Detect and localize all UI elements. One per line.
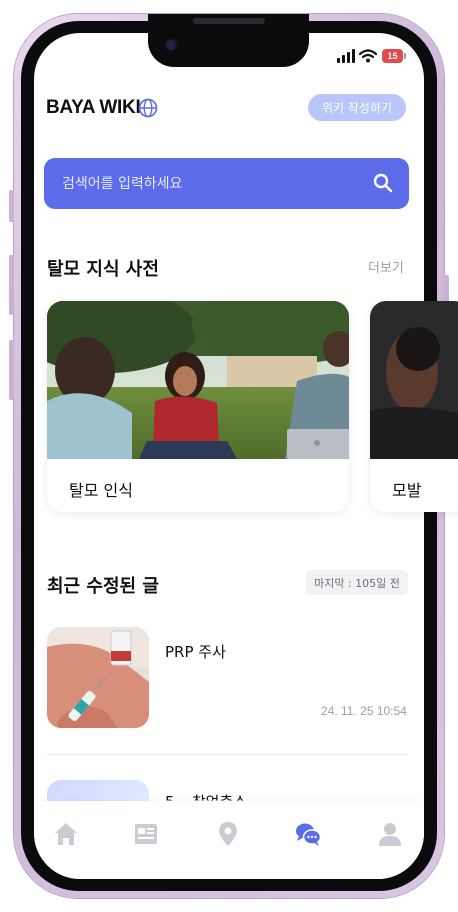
- post-date: 24. 11. 25 10:54: [321, 704, 407, 718]
- divider: [47, 754, 408, 755]
- globe-icon[interactable]: [138, 98, 158, 118]
- home-icon[interactable]: [52, 820, 80, 848]
- search-icon[interactable]: [373, 173, 393, 193]
- dictionary-section-title: 탈모 지식 사전: [47, 259, 159, 280]
- search-bar[interactable]: [44, 158, 409, 209]
- brand-title: BAYA WIKI: [46, 97, 141, 118]
- dictionary-card[interactable]: 모발: [370, 301, 458, 512]
- more-link[interactable]: 더보기: [368, 257, 404, 276]
- front-camera: [166, 40, 176, 50]
- search-input[interactable]: [62, 158, 362, 209]
- profile-icon[interactable]: [376, 820, 404, 848]
- board-icon[interactable]: [132, 820, 160, 848]
- speaker: [193, 18, 265, 24]
- chat-icon[interactable]: [294, 820, 322, 848]
- signal-icon: [337, 49, 355, 63]
- bottom-navigation: [34, 801, 424, 879]
- post-image: [47, 627, 149, 728]
- recent-section-title: 최근 수정된 글: [47, 576, 159, 597]
- post-title[interactable]: PRP 주사: [165, 641, 226, 662]
- location-icon[interactable]: [214, 820, 242, 848]
- battery-level: 15: [382, 49, 403, 63]
- wifi-icon: [359, 49, 377, 63]
- post-thumbnail[interactable]: [47, 627, 149, 728]
- card-label: 모발: [392, 481, 422, 500]
- last-updated-badge: 마지막 : 105일 전: [306, 570, 408, 595]
- card-label: 탈모 인식: [69, 481, 133, 500]
- card-photo: [370, 301, 458, 459]
- dictionary-card[interactable]: 탈모 인식: [47, 301, 349, 512]
- battery-icon: 15: [382, 49, 406, 63]
- card-photo: [47, 301, 349, 459]
- write-wiki-button[interactable]: 위키 작성하기: [308, 94, 406, 121]
